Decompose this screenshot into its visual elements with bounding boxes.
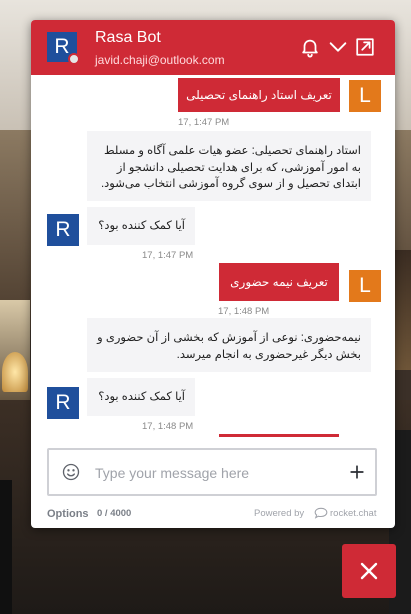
- close-icon: [360, 562, 378, 580]
- bot-message: آیا کمک کننده بود؟: [87, 207, 195, 245]
- user-avatar-letter: L: [359, 274, 371, 297]
- user-avatar-letter: L: [359, 84, 371, 107]
- user-message: تعریف نیمه حضوری: [219, 263, 339, 301]
- chat-footer: Options 0 / 4000 Powered by rocket.chat: [31, 504, 395, 524]
- popout-icon[interactable]: [354, 36, 376, 58]
- message-timestamp: 17, 1:47 PM: [178, 117, 230, 128]
- user-message-partial: [219, 434, 339, 437]
- bell-icon[interactable]: [299, 36, 321, 58]
- bot-avatar: R: [47, 214, 79, 246]
- bot-avatar: R: [47, 387, 79, 419]
- message-text: تعریف استاد راهنمای تحصیلی: [186, 88, 332, 102]
- message-timestamp: 17, 1:48 PM: [142, 421, 194, 432]
- message-text: استاد راهنمای تحصیلی: عضو هیات علمی آگاه…: [100, 145, 361, 190]
- message-text: تعریف نیمه حضوری: [230, 275, 328, 289]
- bot-avatar-letter: R: [54, 35, 70, 58]
- chevron-down-icon[interactable]: [327, 36, 349, 58]
- char-counter: 0 / 4000: [97, 508, 132, 519]
- message-composer: [47, 448, 377, 496]
- bot-avatar-letter: R: [55, 218, 71, 241]
- message-list: تعریف استاد راهنمای تحصیلی L 17, 1:47 PM…: [31, 75, 395, 437]
- agent-email: javid.chaji@outlook.com: [95, 53, 225, 67]
- user-avatar: L: [349, 270, 381, 302]
- message-input[interactable]: [93, 462, 337, 484]
- message-text: آیا کمک کننده بود؟: [98, 391, 185, 403]
- bot-avatar-letter: R: [55, 391, 71, 414]
- agent-name: Rasa Bot: [95, 29, 161, 46]
- message-timestamp: 17, 1:47 PM: [142, 250, 194, 261]
- emoji-icon[interactable]: [61, 462, 81, 482]
- options-link[interactable]: Options: [47, 508, 89, 520]
- user-avatar: L: [349, 80, 381, 112]
- message-text: آیا کمک کننده بود؟: [98, 220, 185, 232]
- status-indicator: [68, 53, 80, 65]
- message-timestamp: 17, 1:48 PM: [218, 306, 270, 317]
- bot-message: آیا کمک کننده بود؟: [87, 378, 195, 416]
- message-text: نیمه‌حضوری: نوعی از آموزش که بخشی از آن …: [97, 332, 361, 361]
- rocketchat-brand-text[interactable]: rocket.chat: [330, 508, 376, 519]
- close-chat-button[interactable]: [342, 544, 396, 598]
- user-message: تعریف استاد راهنمای تحصیلی: [178, 78, 340, 112]
- bot-message: استاد راهنمای تحصیلی: عضو هیات علمی آگاه…: [87, 131, 371, 201]
- chat-widget: R Rasa Bot javid.chaji@outlook.com تعریف…: [31, 20, 395, 528]
- plus-icon[interactable]: [347, 462, 367, 482]
- rocketchat-logo-icon: [314, 507, 328, 519]
- bot-avatar: R: [47, 32, 80, 65]
- chat-header: R Rasa Bot javid.chaji@outlook.com: [31, 20, 395, 75]
- bot-message: نیمه‌حضوری: نوعی از آموزش که بخشی از آن …: [87, 318, 371, 372]
- powered-by-label: Powered by: [254, 508, 305, 519]
